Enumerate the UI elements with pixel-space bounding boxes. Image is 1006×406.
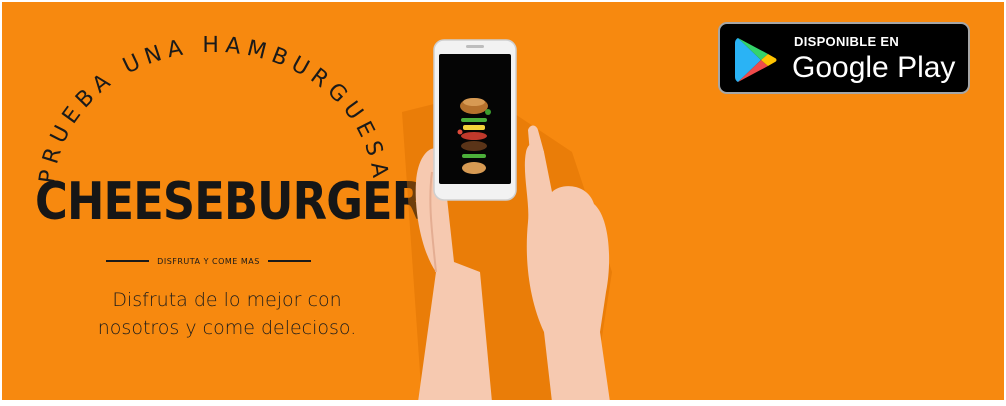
google-play-badge[interactable]: DISPONIBLE EN Google Play [718, 22, 970, 94]
badge-big-label: Google Play [792, 51, 956, 84]
divider-line-left [106, 260, 150, 262]
hands-holding-phone-illustration [402, 39, 612, 400]
google-play-icon [735, 38, 777, 82]
tagline: DISFRUTA Y COME MAS [157, 256, 260, 266]
promo-banner: PRUEBA UNA HAMBURGUESA CHEESEBURGER DISF… [2, 2, 1004, 400]
description-line-2: nosotros y come delecioso. [97, 317, 357, 339]
smartphone-icon [433, 39, 517, 201]
tagline-row: DISFRUTA Y COME MAS [106, 254, 312, 268]
svg-text:PRUEBA UNA HAMBURGUESA: PRUEBA UNA HAMBURGUESA [35, 33, 393, 185]
description: Disfruta de lo mejor con nosotros y come… [52, 286, 402, 342]
description-line-1: Disfruta de lo mejor con [112, 289, 342, 311]
divider-line-right [267, 260, 312, 262]
arc-headline-text: PRUEBA UNA HAMBURGUESA [35, 33, 387, 185]
badge-small-label: DISPONIBLE EN [794, 34, 900, 49]
